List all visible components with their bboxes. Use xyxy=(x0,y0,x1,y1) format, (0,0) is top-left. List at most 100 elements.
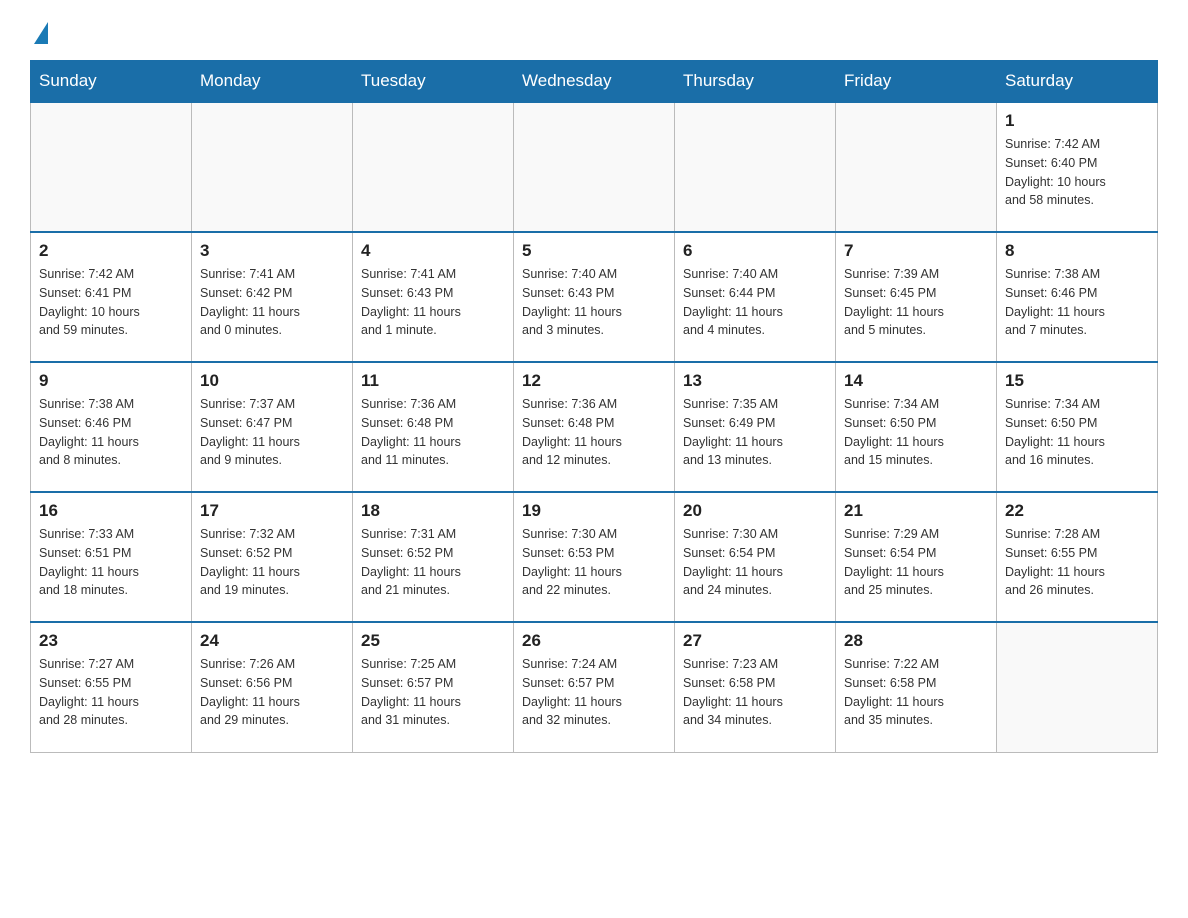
day-info: Sunrise: 7:37 AM Sunset: 6:47 PM Dayligh… xyxy=(200,395,344,470)
calendar-cell: 23 Sunrise: 7:27 AM Sunset: 6:55 PM Dayli… xyxy=(31,622,192,752)
day-number: 7 xyxy=(844,241,988,261)
day-of-week-header: Saturday xyxy=(997,61,1158,103)
day-info: Sunrise: 7:36 AM Sunset: 6:48 PM Dayligh… xyxy=(361,395,505,470)
calendar-cell: 4 Sunrise: 7:41 AM Sunset: 6:43 PM Daylig… xyxy=(353,232,514,362)
day-number: 22 xyxy=(1005,501,1149,521)
page-header xyxy=(30,20,1158,40)
calendar-cell: 10 Sunrise: 7:37 AM Sunset: 6:47 PM Dayli… xyxy=(192,362,353,492)
day-of-week-header: Monday xyxy=(192,61,353,103)
calendar-header-row: SundayMondayTuesdayWednesdayThursdayFrid… xyxy=(31,61,1158,103)
calendar-cell: 18 Sunrise: 7:31 AM Sunset: 6:52 PM Dayli… xyxy=(353,492,514,622)
day-number: 6 xyxy=(683,241,827,261)
day-info: Sunrise: 7:30 AM Sunset: 6:54 PM Dayligh… xyxy=(683,525,827,600)
day-number: 23 xyxy=(39,631,183,651)
day-info: Sunrise: 7:41 AM Sunset: 6:42 PM Dayligh… xyxy=(200,265,344,340)
day-number: 5 xyxy=(522,241,666,261)
day-info: Sunrise: 7:35 AM Sunset: 6:49 PM Dayligh… xyxy=(683,395,827,470)
calendar-cell: 25 Sunrise: 7:25 AM Sunset: 6:57 PM Dayli… xyxy=(353,622,514,752)
day-info: Sunrise: 7:34 AM Sunset: 6:50 PM Dayligh… xyxy=(844,395,988,470)
calendar-cell: 8 Sunrise: 7:38 AM Sunset: 6:46 PM Daylig… xyxy=(997,232,1158,362)
day-number: 9 xyxy=(39,371,183,391)
calendar-cell: 12 Sunrise: 7:36 AM Sunset: 6:48 PM Dayli… xyxy=(514,362,675,492)
day-info: Sunrise: 7:30 AM Sunset: 6:53 PM Dayligh… xyxy=(522,525,666,600)
calendar-cell: 13 Sunrise: 7:35 AM Sunset: 6:49 PM Dayli… xyxy=(675,362,836,492)
calendar-cell: 7 Sunrise: 7:39 AM Sunset: 6:45 PM Daylig… xyxy=(836,232,997,362)
day-info: Sunrise: 7:28 AM Sunset: 6:55 PM Dayligh… xyxy=(1005,525,1149,600)
day-number: 26 xyxy=(522,631,666,651)
day-number: 4 xyxy=(361,241,505,261)
day-number: 2 xyxy=(39,241,183,261)
day-number: 17 xyxy=(200,501,344,521)
day-number: 25 xyxy=(361,631,505,651)
day-number: 8 xyxy=(1005,241,1149,261)
day-number: 19 xyxy=(522,501,666,521)
day-info: Sunrise: 7:42 AM Sunset: 6:41 PM Dayligh… xyxy=(39,265,183,340)
day-info: Sunrise: 7:26 AM Sunset: 6:56 PM Dayligh… xyxy=(200,655,344,730)
calendar-cell: 19 Sunrise: 7:30 AM Sunset: 6:53 PM Dayli… xyxy=(514,492,675,622)
day-number: 27 xyxy=(683,631,827,651)
calendar-week-row: 9 Sunrise: 7:38 AM Sunset: 6:46 PM Daylig… xyxy=(31,362,1158,492)
calendar-cell: 6 Sunrise: 7:40 AM Sunset: 6:44 PM Daylig… xyxy=(675,232,836,362)
day-number: 12 xyxy=(522,371,666,391)
day-info: Sunrise: 7:40 AM Sunset: 6:43 PM Dayligh… xyxy=(522,265,666,340)
calendar-week-row: 23 Sunrise: 7:27 AM Sunset: 6:55 PM Dayli… xyxy=(31,622,1158,752)
calendar-cell: 2 Sunrise: 7:42 AM Sunset: 6:41 PM Daylig… xyxy=(31,232,192,362)
day-number: 1 xyxy=(1005,111,1149,131)
day-of-week-header: Friday xyxy=(836,61,997,103)
day-of-week-header: Sunday xyxy=(31,61,192,103)
calendar-cell xyxy=(31,102,192,232)
calendar-cell: 5 Sunrise: 7:40 AM Sunset: 6:43 PM Daylig… xyxy=(514,232,675,362)
day-number: 21 xyxy=(844,501,988,521)
calendar-cell: 26 Sunrise: 7:24 AM Sunset: 6:57 PM Dayli… xyxy=(514,622,675,752)
calendar-cell: 17 Sunrise: 7:32 AM Sunset: 6:52 PM Dayli… xyxy=(192,492,353,622)
calendar-cell xyxy=(192,102,353,232)
day-number: 13 xyxy=(683,371,827,391)
calendar-cell xyxy=(836,102,997,232)
day-of-week-header: Wednesday xyxy=(514,61,675,103)
day-info: Sunrise: 7:39 AM Sunset: 6:45 PM Dayligh… xyxy=(844,265,988,340)
day-number: 16 xyxy=(39,501,183,521)
logo-triangle-icon xyxy=(34,22,48,44)
day-info: Sunrise: 7:38 AM Sunset: 6:46 PM Dayligh… xyxy=(39,395,183,470)
calendar-cell xyxy=(997,622,1158,752)
calendar-cell: 16 Sunrise: 7:33 AM Sunset: 6:51 PM Dayli… xyxy=(31,492,192,622)
calendar-table: SundayMondayTuesdayWednesdayThursdayFrid… xyxy=(30,60,1158,753)
calendar-cell: 1 Sunrise: 7:42 AM Sunset: 6:40 PM Daylig… xyxy=(997,102,1158,232)
day-number: 11 xyxy=(361,371,505,391)
day-info: Sunrise: 7:34 AM Sunset: 6:50 PM Dayligh… xyxy=(1005,395,1149,470)
day-info: Sunrise: 7:23 AM Sunset: 6:58 PM Dayligh… xyxy=(683,655,827,730)
day-number: 3 xyxy=(200,241,344,261)
calendar-week-row: 2 Sunrise: 7:42 AM Sunset: 6:41 PM Daylig… xyxy=(31,232,1158,362)
day-info: Sunrise: 7:22 AM Sunset: 6:58 PM Dayligh… xyxy=(844,655,988,730)
day-info: Sunrise: 7:24 AM Sunset: 6:57 PM Dayligh… xyxy=(522,655,666,730)
calendar-cell: 28 Sunrise: 7:22 AM Sunset: 6:58 PM Dayli… xyxy=(836,622,997,752)
day-info: Sunrise: 7:42 AM Sunset: 6:40 PM Dayligh… xyxy=(1005,135,1149,210)
calendar-cell: 20 Sunrise: 7:30 AM Sunset: 6:54 PM Dayli… xyxy=(675,492,836,622)
day-number: 18 xyxy=(361,501,505,521)
day-info: Sunrise: 7:25 AM Sunset: 6:57 PM Dayligh… xyxy=(361,655,505,730)
day-number: 15 xyxy=(1005,371,1149,391)
day-info: Sunrise: 7:41 AM Sunset: 6:43 PM Dayligh… xyxy=(361,265,505,340)
calendar-week-row: 1 Sunrise: 7:42 AM Sunset: 6:40 PM Daylig… xyxy=(31,102,1158,232)
day-number: 10 xyxy=(200,371,344,391)
day-info: Sunrise: 7:33 AM Sunset: 6:51 PM Dayligh… xyxy=(39,525,183,600)
logo xyxy=(30,20,48,40)
day-info: Sunrise: 7:31 AM Sunset: 6:52 PM Dayligh… xyxy=(361,525,505,600)
day-of-week-header: Tuesday xyxy=(353,61,514,103)
calendar-cell: 22 Sunrise: 7:28 AM Sunset: 6:55 PM Dayli… xyxy=(997,492,1158,622)
calendar-cell: 9 Sunrise: 7:38 AM Sunset: 6:46 PM Daylig… xyxy=(31,362,192,492)
calendar-week-row: 16 Sunrise: 7:33 AM Sunset: 6:51 PM Dayli… xyxy=(31,492,1158,622)
day-info: Sunrise: 7:32 AM Sunset: 6:52 PM Dayligh… xyxy=(200,525,344,600)
day-number: 28 xyxy=(844,631,988,651)
calendar-cell: 24Sunrise: 7:26 AM Sunset: 6:56 PM Dayli… xyxy=(192,622,353,752)
day-number: 20 xyxy=(683,501,827,521)
calendar-cell: 14Sunrise: 7:34 AM Sunset: 6:50 PM Dayli… xyxy=(836,362,997,492)
day-info: Sunrise: 7:27 AM Sunset: 6:55 PM Dayligh… xyxy=(39,655,183,730)
calendar-cell: 15 Sunrise: 7:34 AM Sunset: 6:50 PM Dayli… xyxy=(997,362,1158,492)
calendar-cell xyxy=(353,102,514,232)
day-of-week-header: Thursday xyxy=(675,61,836,103)
day-info: Sunrise: 7:38 AM Sunset: 6:46 PM Dayligh… xyxy=(1005,265,1149,340)
calendar-cell: 11 Sunrise: 7:36 AM Sunset: 6:48 PM Dayli… xyxy=(353,362,514,492)
day-info: Sunrise: 7:36 AM Sunset: 6:48 PM Dayligh… xyxy=(522,395,666,470)
day-info: Sunrise: 7:40 AM Sunset: 6:44 PM Dayligh… xyxy=(683,265,827,340)
